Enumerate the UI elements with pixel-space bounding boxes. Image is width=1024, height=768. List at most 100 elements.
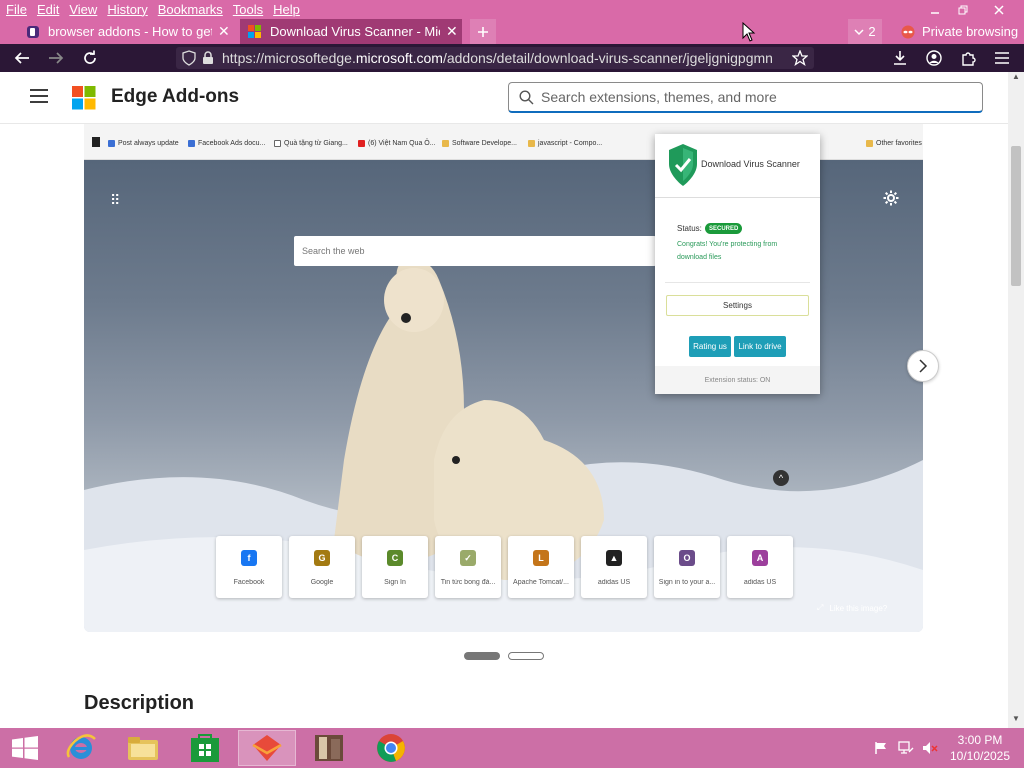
menu-help[interactable]: Help — [273, 2, 300, 17]
quick-link-icon: G — [314, 550, 330, 566]
reload-icon — [84, 50, 96, 64]
tab-overflow-button[interactable]: 2 — [848, 19, 882, 44]
taskbar-clock[interactable]: 3:00 PM 10/10/2025 — [944, 732, 1016, 764]
popup-title: Download Virus Scanner — [701, 159, 800, 169]
tab-close-icon[interactable]: ✕ — [218, 23, 230, 40]
taskbar-store[interactable] — [176, 730, 234, 766]
forward-button[interactable] — [42, 44, 70, 72]
carousel-next-button[interactable] — [907, 350, 939, 382]
folder-icon — [128, 737, 158, 760]
close-icon — [994, 4, 1004, 15]
screenshot-bookmark: javascript - Compo... — [528, 140, 602, 147]
menu-history[interactable]: History — [107, 2, 147, 17]
firefox-icon — [252, 735, 282, 761]
popup-settings-button: Settings — [666, 295, 809, 316]
download-icon — [894, 51, 906, 65]
expand-icon: ⤢ — [817, 603, 824, 612]
taskbar-firefox[interactable] — [238, 730, 296, 766]
scroll-down-icon[interactable]: ▼ — [1012, 714, 1020, 723]
quick-link-tile: f Facebook — [216, 536, 282, 598]
minimize-icon — [931, 11, 939, 14]
photo-icon — [315, 735, 343, 761]
lock-icon — [203, 51, 213, 64]
windows-logo-icon — [12, 736, 38, 760]
restore-button[interactable] — [948, 0, 978, 19]
volume-muted-icon[interactable] — [922, 741, 938, 755]
menu-file[interactable]: File — [6, 2, 27, 17]
scroll-up-icon[interactable]: ▲ — [1012, 72, 1020, 81]
popup-message: Congrats! You're protecting from downloa… — [677, 241, 778, 261]
minimize-button[interactable] — [920, 0, 950, 19]
taskbar-chrome[interactable] — [362, 730, 420, 766]
quick-link-icon: ▲ — [606, 550, 622, 566]
screenshot-image: Post always update Facebook Ads docu... … — [84, 124, 923, 632]
menu-view[interactable]: View — [69, 2, 97, 17]
search-icon — [519, 90, 534, 105]
taskbar-photo-app[interactable] — [300, 730, 358, 766]
quick-link-label: Tin tức bong đá... — [440, 579, 496, 586]
tab-browser-addons[interactable]: browser addons - How to get ra ✕ — [18, 19, 232, 44]
carousel-dot-active[interactable] — [464, 652, 500, 660]
private-label: Private browsing — [922, 24, 1019, 39]
tab-title: browser addons - How to get ra — [48, 24, 212, 39]
quick-link-tile: Aadidas US — [727, 536, 793, 598]
menu-tools[interactable]: Tools — [233, 2, 263, 17]
windows-taskbar: 3:00 PM 10/10/2025 — [0, 728, 1024, 768]
screenshot-bookmark: Quà tặng từ Giang... — [274, 140, 348, 147]
puzzle-icon — [962, 52, 976, 66]
popup-status-label: Status: — [677, 224, 702, 233]
taskbar-file-explorer[interactable] — [114, 730, 172, 766]
popup-rating-button: Rating us — [689, 336, 731, 357]
shield-check-icon — [669, 144, 697, 186]
scrollbar-thumb[interactable] — [1011, 146, 1021, 286]
screenshot-search-box: Search the web — [294, 236, 656, 266]
quick-link-tile: C Sign In — [362, 536, 428, 598]
site-menu-button[interactable] — [30, 88, 50, 106]
navigation-bar: https://microsoftedge. microsoft.com/addo… — [0, 44, 1024, 72]
carousel-dot[interactable] — [508, 652, 544, 660]
chevron-up-icon: ^ — [773, 470, 789, 486]
tracking-shield-icon — [182, 50, 196, 66]
quick-link-icon: C — [387, 550, 403, 566]
microsoft-logo-icon — [72, 86, 96, 110]
apps-grid-icon: ⠿ — [110, 192, 121, 208]
app-menu-button[interactable] — [988, 44, 1016, 72]
close-window-button[interactable] — [984, 0, 1014, 19]
quick-link-tile: G Google — [289, 536, 355, 598]
quick-link-icon: f — [241, 550, 257, 566]
plus-icon — [478, 26, 488, 37]
quick-link-label: Facebook — [233, 579, 265, 586]
bookmark-star-button[interactable] — [786, 44, 814, 72]
search-input[interactable] — [541, 88, 971, 106]
quick-link-label: Google — [310, 579, 334, 586]
tab-download-virus-scanner[interactable]: Download Virus Scanner - Micro ✕ — [240, 19, 462, 44]
quick-link-icon: ✓ — [460, 550, 476, 566]
start-button[interactable] — [0, 730, 50, 766]
tab-close-icon[interactable]: ✕ — [446, 23, 458, 40]
forward-arrow-icon — [49, 52, 64, 64]
back-button[interactable] — [8, 44, 36, 72]
page-scrollbar[interactable]: ▲ ▼ — [1008, 72, 1024, 728]
private-browsing-indicator: Private browsing — [900, 19, 1024, 44]
action-center-flag-icon[interactable] — [874, 741, 888, 755]
network-icon[interactable] — [898, 741, 914, 755]
quick-link-icon: A — [752, 550, 768, 566]
new-tab-button[interactable] — [470, 19, 496, 44]
account-button[interactable] — [920, 44, 948, 72]
screenshot-bookmark: Post always update — [108, 140, 179, 147]
extensions-button[interactable] — [954, 44, 982, 72]
screenshot-bookmark: (6) Việt Nam Qua Ô... — [358, 140, 436, 147]
menu-bookmarks[interactable]: Bookmarks — [158, 2, 223, 17]
description-heading: Description — [84, 692, 195, 714]
chevron-right-icon — [919, 359, 928, 373]
downloads-button[interactable] — [886, 44, 914, 72]
addons-search-box[interactable] — [508, 82, 983, 113]
taskbar-internet-explorer[interactable] — [52, 730, 110, 766]
quick-link-label: adidas US — [743, 579, 777, 586]
quick-link-label: Sign In — [384, 579, 406, 586]
site-title: Edge Add-ons — [111, 86, 240, 107]
reload-button[interactable] — [76, 44, 104, 72]
url-bar[interactable]: https://microsoftedge. microsoft.com/addo… — [176, 47, 814, 69]
menu-edit[interactable]: Edit — [37, 2, 59, 17]
quick-link-tile: O Sign in to your a... — [654, 536, 720, 598]
